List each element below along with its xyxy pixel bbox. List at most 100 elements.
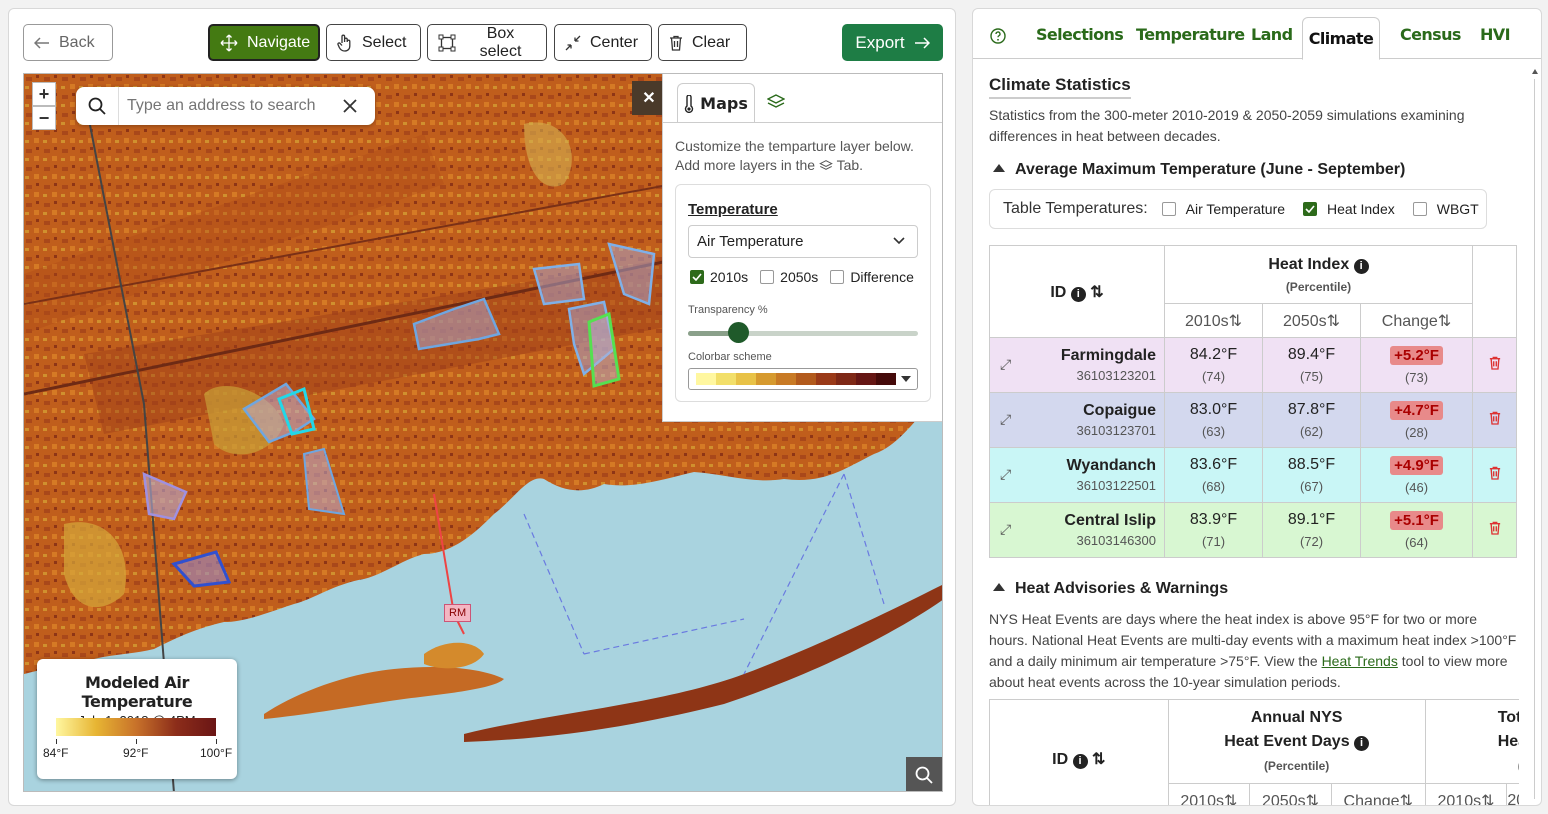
tab-temperature[interactable]: Temperature	[1136, 25, 1245, 44]
navigate-button[interactable]: Navigate	[208, 24, 320, 61]
col-2050s-header[interactable]: 2050s⇅	[1249, 783, 1332, 805]
col-change-label: Change	[1381, 312, 1438, 330]
col-2010s-label: 2010s	[1185, 312, 1229, 330]
col-2010s-header[interactable]: 2010s⇅	[1164, 303, 1263, 338]
col-2010s-label: 2010s	[1180, 792, 1224, 806]
row-name-text: Copaigue	[1083, 402, 1156, 419]
tab-land[interactable]: Land	[1251, 25, 1293, 44]
col-2050s-b-label: 20	[1507, 791, 1519, 806]
sort-icon[interactable]: ⇅	[1092, 751, 1105, 768]
tab-layers[interactable]	[766, 94, 786, 113]
checkbox-checked	[1303, 202, 1318, 216]
total-heat-line2: Heat E	[1497, 732, 1519, 750]
tab-census[interactable]: Census	[1400, 25, 1461, 44]
checkbox-heat-index[interactable]: Heat Index	[1303, 201, 1395, 217]
col-2050s-header[interactable]: 2050s⇅	[1262, 303, 1361, 338]
avg-max-temp-header[interactable]: Average Maximum Temperature (June - Sept…	[993, 161, 1405, 179]
heat-advisories-header[interactable]: Heat Advisories & Warnings	[993, 580, 1228, 598]
percentile-text: (64)	[1404, 534, 1429, 550]
transparency-slider-handle[interactable]	[728, 322, 750, 343]
value-text: 83.6°F	[1189, 456, 1238, 473]
col-2010s-header[interactable]: 2010s⇅	[1167, 783, 1251, 806]
checkbox-wbgt[interactable]: WBGT	[1412, 201, 1479, 217]
row-name-text: Wyandanch	[1066, 457, 1157, 474]
clear-button[interactable]: Clear	[658, 24, 747, 61]
info-icon: i	[1354, 735, 1370, 751]
expand-icon[interactable]: ⤢	[1000, 466, 1011, 483]
heat-index-header-label: Heat Index	[1268, 255, 1350, 273]
close-icon[interactable]	[342, 98, 358, 114]
trash-icon[interactable]	[1489, 521, 1501, 535]
tab-selections[interactable]: Selections	[1036, 25, 1124, 44]
panel-desc-line2: Add more layers in the Tab.	[675, 156, 914, 175]
temperature-select[interactable]: Air Temperature	[688, 225, 918, 258]
id-header[interactable]: ID i ⇅	[989, 245, 1165, 338]
sort-icon[interactable]: ⇅	[1090, 284, 1103, 301]
close-panel-button[interactable]: ✕	[632, 81, 666, 115]
col-change-header[interactable]: Change⇅	[1360, 303, 1473, 338]
help-icon[interactable]	[990, 28, 1006, 44]
table-row[interactable]: ⤢ Wyandanch 36103122501 83.6°F (68) 88.5°F (…	[989, 447, 1517, 503]
section-description: Statistics from the 300-meter 2010-2019 …	[989, 107, 1465, 144]
search-input[interactable]	[127, 97, 342, 115]
row-id-cell: ⤢ Farmingdale 36103123201	[989, 337, 1165, 393]
expand-icon[interactable]: ⤢	[1000, 411, 1011, 428]
col-change-header[interactable]: Change⇅	[1330, 783, 1426, 805]
zoom-in-button[interactable]: +	[32, 82, 56, 106]
table-temperatures-options: Table Temperatures: Air Temperature Heat…	[989, 189, 1487, 229]
route-shield: RM	[444, 604, 472, 622]
checkbox-difference[interactable]: Difference	[830, 269, 914, 285]
delete-cell	[1472, 502, 1517, 558]
navigate-label: Navigate	[247, 33, 311, 51]
thermometer-icon	[684, 94, 694, 113]
checkbox-2010s[interactable]: 2010s	[690, 269, 748, 285]
expand-icon[interactable]: ⤢	[1000, 521, 1011, 538]
heat-trends-link[interactable]: Heat Trends	[1322, 653, 1398, 669]
scroll-up-arrow[interactable]	[1532, 69, 1538, 74]
value-2050s: 88.5°F (67)	[1262, 447, 1361, 503]
select-button[interactable]: Select	[326, 24, 421, 61]
trash-icon[interactable]	[1489, 411, 1501, 425]
transparency-label: Transparency %	[688, 304, 768, 316]
checkbox-2010s-label: 2010s	[710, 269, 749, 285]
value-2010s: 83.0°F (63)	[1164, 392, 1263, 448]
value-change: +5.2°F (73)	[1360, 337, 1473, 393]
col-2050s-b-header[interactable]: 20	[1506, 783, 1519, 806]
export-button[interactable]: Export	[842, 24, 943, 61]
id-header[interactable]: ID i ⇅	[989, 699, 1169, 805]
tab-maps[interactable]: Maps	[677, 83, 755, 123]
table-row[interactable]: ⤢ Central Islip 36103146300 83.9°F (71) 89.…	[989, 502, 1517, 558]
table-row[interactable]: ⤢ Copaigue 36103123701 83.0°F (63) 87.8°F (6…	[989, 392, 1517, 448]
value-2050s: 89.4°F (75)	[1262, 337, 1361, 393]
tract-outline	[532, 262, 586, 306]
tab-climate[interactable]: Climate	[1302, 17, 1380, 60]
colorbar-select[interactable]	[688, 368, 918, 390]
checkbox-air-temperature[interactable]: Air Temperature	[1161, 201, 1285, 217]
table-row[interactable]: ⤢ Farmingdale 36103123201 84.2°F (74) 89.4°…	[989, 337, 1517, 393]
value-text: 83.0°F	[1189, 401, 1238, 418]
stats-tabs: Selections Temperature Land Climate Cens…	[973, 9, 1541, 60]
expand-icon[interactable]: ⤢	[1000, 356, 1011, 373]
value-text: 89.1°F	[1287, 511, 1336, 528]
percentile-text: (67)	[1299, 479, 1324, 494]
percentile-text: (71)	[1201, 534, 1226, 549]
map-search-button[interactable]	[906, 757, 942, 791]
col-2010s-b-header[interactable]: 2010s⇅	[1424, 783, 1508, 805]
row-name: Central Islip 36103146300	[990, 512, 1164, 548]
percentile-text: (63)	[1201, 424, 1226, 439]
checkbox-2050s[interactable]: 2050s	[760, 269, 818, 285]
delete-cell	[1472, 392, 1517, 448]
trash-icon[interactable]	[1489, 466, 1501, 480]
back-button[interactable]: Back	[23, 24, 113, 61]
legend-title: Modeled Air Temperature	[81, 673, 193, 711]
trash-icon[interactable]	[1489, 356, 1501, 370]
center-button[interactable]: Center	[554, 24, 652, 61]
row-id: 36103123201	[1076, 368, 1156, 383]
box-select-button[interactable]: Box select	[427, 24, 547, 61]
scrollbar[interactable]	[1531, 69, 1539, 805]
heat-map[interactable]: RM + − ✕ Maps Customize the temparture l…	[23, 73, 943, 792]
zoom-out-button[interactable]: −	[32, 106, 56, 130]
tab-hvi[interactable]: HVI	[1480, 25, 1511, 44]
checkbox-wbgt-label: WBGT	[1436, 201, 1479, 217]
heat-index-table: ID i ⇅ Heat Index i (Percentile) 2010s⇅ …	[989, 245, 1517, 558]
